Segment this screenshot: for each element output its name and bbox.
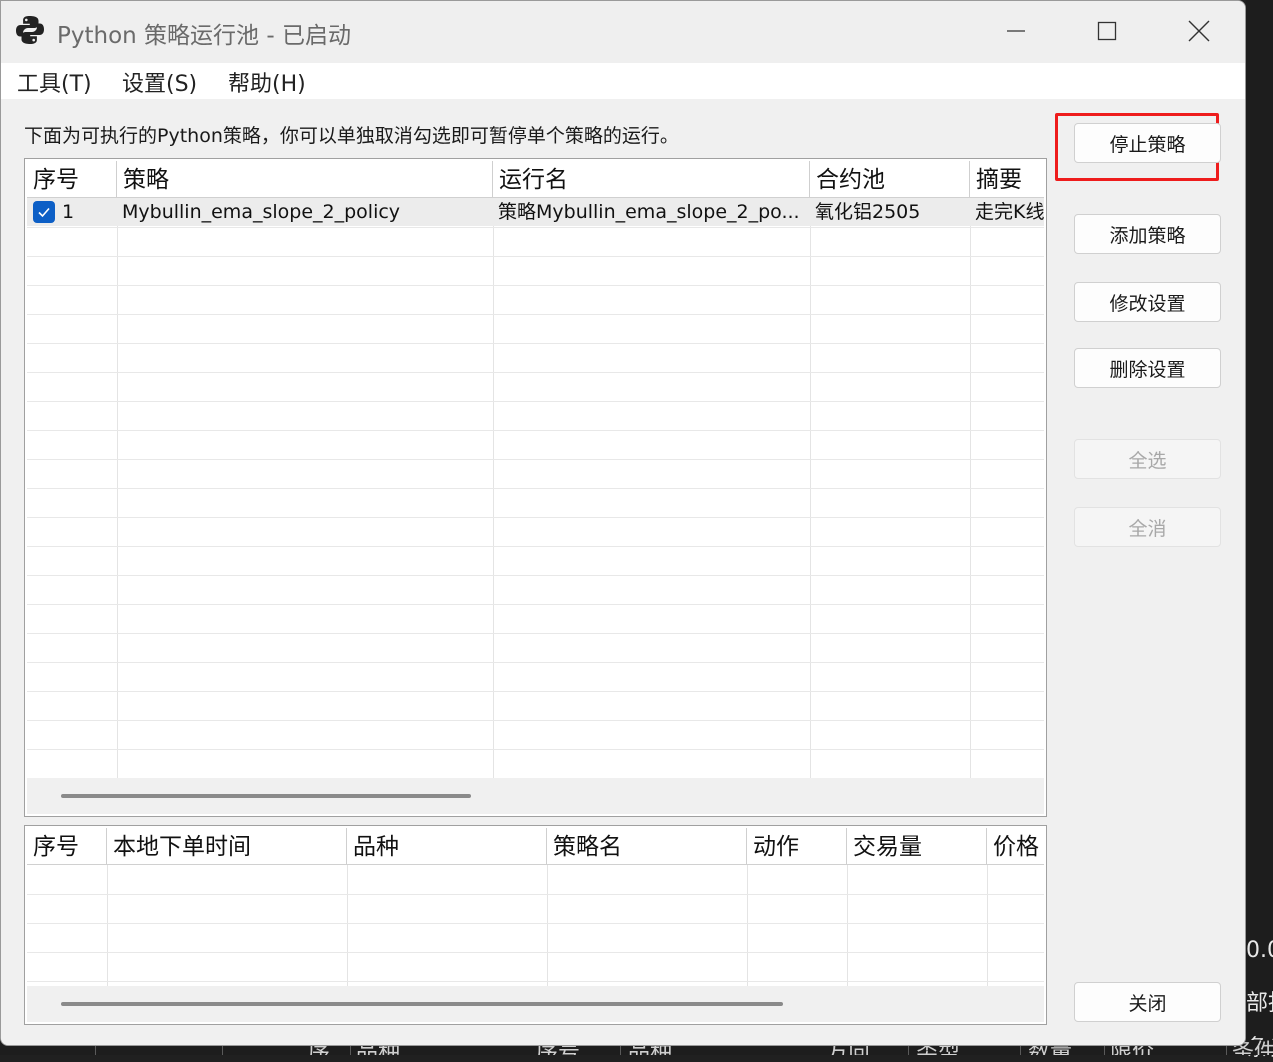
- grid-row-line: [27, 981, 1044, 982]
- grid-row-line: [27, 720, 1044, 721]
- stop-strategy-button[interactable]: 停止策略: [1074, 123, 1221, 163]
- grid-row-line: [27, 633, 1044, 634]
- grid-row-line: [27, 256, 1044, 257]
- background-text: 0.0: [1246, 938, 1273, 963]
- background-text: 部指: [1246, 991, 1273, 1016]
- close-button[interactable]: 关闭: [1074, 982, 1221, 1022]
- grid-row-line: [27, 227, 1044, 228]
- grid-row-line: [27, 923, 1044, 924]
- column-header-action[interactable]: 动作: [747, 828, 847, 864]
- grid-row-line: [27, 604, 1044, 605]
- grid-column-line: [107, 865, 108, 986]
- close-window-button[interactable]: [1169, 9, 1229, 53]
- column-header-volume[interactable]: 交易量: [847, 828, 987, 864]
- grid-row-line: [27, 517, 1044, 518]
- grid-row-line: [27, 894, 1044, 895]
- grid-row-line: [27, 372, 1044, 373]
- table-row[interactable]: 1 Mybullin_ema_slope_2_policy 策略Mybullin…: [27, 198, 1044, 226]
- strategy-table: 序号 策略 运行名 合约池 摘要 1 Mybullin_ema_slope_2_…: [24, 158, 1047, 817]
- strategy-pool-window: Python 策略运行池 - 已启动 工具(T) 设置(S) 帮助(H) 下面为…: [0, 0, 1246, 1046]
- add-strategy-button[interactable]: 添加策略: [1074, 214, 1221, 254]
- dialog-content: 下面为可执行的Python策略，你可以单独取消勾选即可暂停单个策略的运行。 序号…: [1, 99, 1245, 1045]
- background-app-right: 0.0 部指 条件: [1246, 0, 1273, 1061]
- grid-row-line: [27, 401, 1044, 402]
- python-logo-icon: [16, 16, 44, 44]
- column-header-summary[interactable]: 摘要: [970, 161, 1046, 197]
- grid-row-line: [27, 314, 1044, 315]
- column-header-order-time[interactable]: 本地下单时间: [107, 828, 347, 864]
- horizontal-scrollbar[interactable]: [27, 778, 1044, 814]
- grid-row-line: [27, 749, 1044, 750]
- grid-row-line: [27, 575, 1044, 576]
- menu-help[interactable]: 帮助(H): [228, 66, 306, 98]
- row-contract-pool: 氧化铝2505: [815, 201, 921, 223]
- deselect-all-button[interactable]: 全消: [1074, 507, 1221, 547]
- row-summary: 走完K线: [975, 201, 1044, 223]
- grid-column-line: [747, 865, 748, 986]
- grid-row-line: [27, 546, 1044, 547]
- column-header-run-name[interactable]: 运行名: [493, 161, 810, 197]
- strategy-table-header: 序号 策略 运行名 合约池 摘要: [27, 161, 1044, 198]
- maximize-icon: [1097, 21, 1117, 41]
- close-icon: [1188, 20, 1210, 42]
- window-title: Python 策略运行池 - 已启动: [57, 23, 351, 49]
- grid-column-line: [847, 865, 848, 986]
- grid-row-line: [27, 662, 1044, 663]
- grid-row-line: [27, 285, 1044, 286]
- scrollbar-thumb[interactable]: [61, 1002, 783, 1006]
- grid-row-line: [27, 488, 1044, 489]
- column-header-strategy-name[interactable]: 策略名: [547, 828, 747, 864]
- grid-column-line: [987, 865, 988, 986]
- grid-row-line: [27, 952, 1044, 953]
- maximize-button[interactable]: [1077, 9, 1137, 53]
- strategy-enable-checkbox[interactable]: [33, 201, 55, 223]
- grid-row-line: [27, 691, 1044, 692]
- grid-row-line: [27, 430, 1044, 431]
- grid-column-line: [347, 865, 348, 986]
- menu-settings[interactable]: 设置(S): [122, 66, 197, 98]
- modify-settings-button[interactable]: 修改设置: [1074, 282, 1221, 322]
- checkmark-icon: [38, 207, 50, 218]
- column-header-instrument[interactable]: 品种: [347, 828, 547, 864]
- scrollbar-thumb[interactable]: [61, 794, 471, 798]
- title-bar[interactable]: Python 策略运行池 - 已启动: [1, 1, 1245, 63]
- menu-tools[interactable]: 工具(T): [17, 66, 92, 98]
- grid-row-line: [27, 459, 1044, 460]
- column-header-strategy[interactable]: 策略: [117, 161, 493, 197]
- column-header-index[interactable]: 序号: [27, 828, 107, 864]
- row-run-name: 策略Mybullin_ema_slope_2_po...: [498, 201, 800, 223]
- grid-column-line: [547, 865, 548, 986]
- select-all-button[interactable]: 全选: [1074, 439, 1221, 479]
- row-index: 1: [62, 201, 75, 223]
- order-table: 序号 本地下单时间 品种 策略名 动作 交易量 价格: [24, 825, 1047, 1025]
- order-table-header: 序号 本地下单时间 品种 策略名 动作 交易量 价格: [27, 828, 1044, 865]
- instruction-text: 下面为可执行的Python策略，你可以单独取消勾选即可暂停单个策略的运行。: [24, 125, 679, 147]
- column-header-price[interactable]: 价格: [987, 828, 1046, 864]
- column-header-contract-pool[interactable]: 合约池: [810, 161, 970, 197]
- horizontal-scrollbar[interactable]: [27, 986, 1044, 1022]
- row-strategy: Mybullin_ema_slope_2_policy: [122, 201, 401, 223]
- menu-bar: 工具(T) 设置(S) 帮助(H): [1, 63, 1245, 99]
- minimize-button[interactable]: [986, 9, 1046, 53]
- delete-settings-button[interactable]: 删除设置: [1074, 348, 1221, 388]
- grid-row-line: [27, 343, 1044, 344]
- column-header-index[interactable]: 序号: [27, 161, 117, 197]
- minimize-icon: [1007, 30, 1025, 32]
